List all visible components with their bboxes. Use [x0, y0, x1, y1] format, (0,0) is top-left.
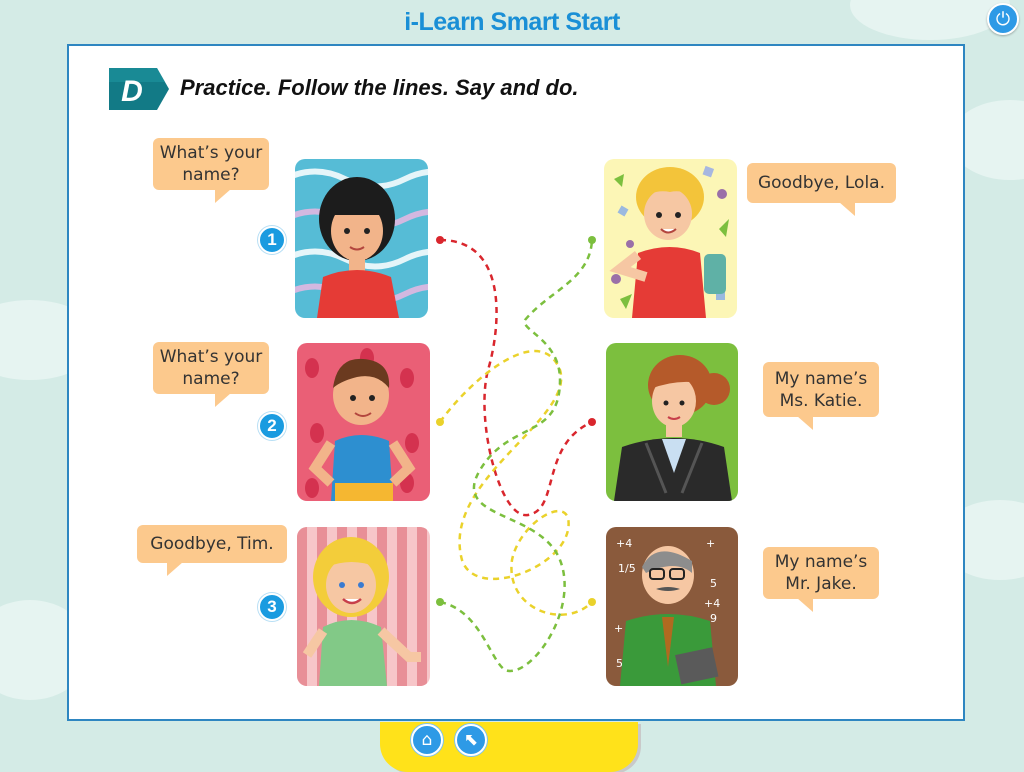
picture-boy-blonde-backpack	[604, 159, 737, 318]
svg-text:+4: +4	[704, 597, 720, 610]
line-green	[439, 239, 594, 673]
speech-bubble-text: Mr. Jake.	[785, 574, 857, 594]
svg-text:+: +	[706, 537, 715, 550]
svg-text:+: +	[614, 622, 623, 635]
picture-girl-black-hair	[295, 159, 428, 318]
picture-boy-blue-tank-top	[297, 343, 430, 501]
back-button[interactable]: ⬉	[455, 724, 487, 756]
svg-text:5: 5	[710, 577, 717, 590]
speech-bubble-text: My name’s	[774, 368, 868, 389]
speech-bubble-text: Goodbye, Tim.	[150, 534, 274, 554]
speech-bubble-right-2: My name’s Ms. Katie.	[763, 362, 879, 430]
speech-bubble-left-1: What’s your name?	[153, 138, 269, 203]
speech-bubble-left-3: Goodbye, Tim.	[137, 525, 287, 576]
svg-text:+4: +4	[616, 537, 632, 550]
number-badge-1: 1	[258, 226, 286, 254]
number-badge-3: 3	[258, 593, 286, 621]
arrow-back-icon: ⬉	[463, 730, 479, 750]
home-icon: ⌂	[421, 730, 433, 750]
speech-bubble-text: name?	[182, 369, 240, 389]
picture-girl-blonde-green-top	[297, 527, 430, 686]
home-button[interactable]: ⌂	[411, 724, 443, 756]
svg-text:1/5: 1/5	[618, 562, 636, 575]
speech-bubble-left-2: What’s your name?	[153, 342, 269, 407]
speech-bubble-text: My name’s	[774, 552, 868, 572]
speech-bubble-text: What’s your	[159, 347, 263, 367]
speech-bubble-text: name?	[182, 165, 240, 185]
picture-man-teacher-math-board: +4 1/5 +5 +4 9 +5	[606, 527, 738, 686]
speech-bubble-right-1: Goodbye, Lola.	[747, 163, 896, 216]
svg-text:9: 9	[710, 612, 717, 625]
speech-bubble-text: Ms. Katie.	[779, 390, 863, 411]
speech-bubble-right-3: My name’s Mr. Jake.	[763, 547, 879, 612]
line-yellow	[438, 349, 593, 616]
picture-woman-teacher-blazer	[606, 343, 738, 501]
speech-bubble-text: Goodbye, Lola.	[757, 173, 885, 193]
number-badge-2: 2	[258, 412, 286, 440]
speech-bubble-text: What’s your	[159, 143, 263, 163]
